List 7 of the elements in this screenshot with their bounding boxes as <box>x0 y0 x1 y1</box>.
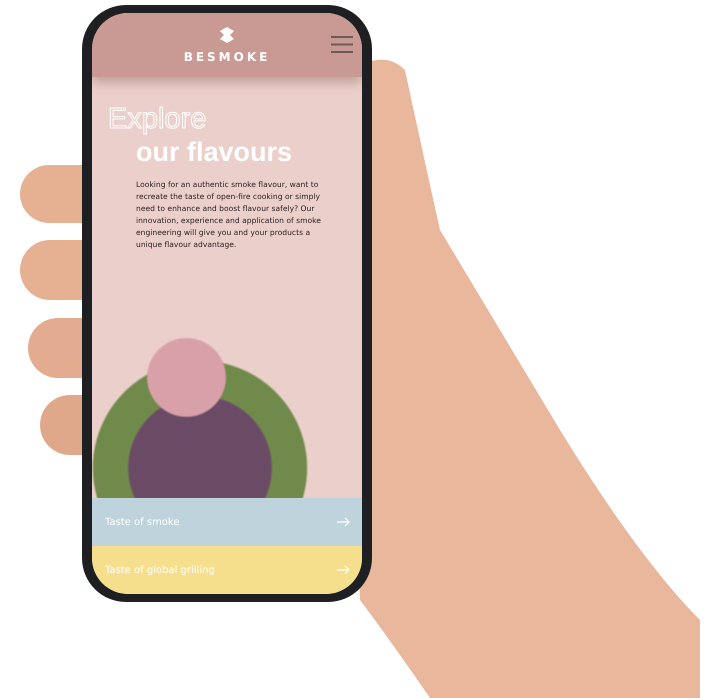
category-link[interactable]: Taste of smoke <box>92 498 362 546</box>
brand-name: BESMOKE <box>184 50 270 64</box>
arrow-icon <box>336 565 350 575</box>
arrow-icon <box>336 517 350 527</box>
category-link[interactable]: Taste of global grilling <box>92 546 362 594</box>
menu-icon[interactable] <box>330 35 354 54</box>
logo-icon <box>218 26 236 44</box>
